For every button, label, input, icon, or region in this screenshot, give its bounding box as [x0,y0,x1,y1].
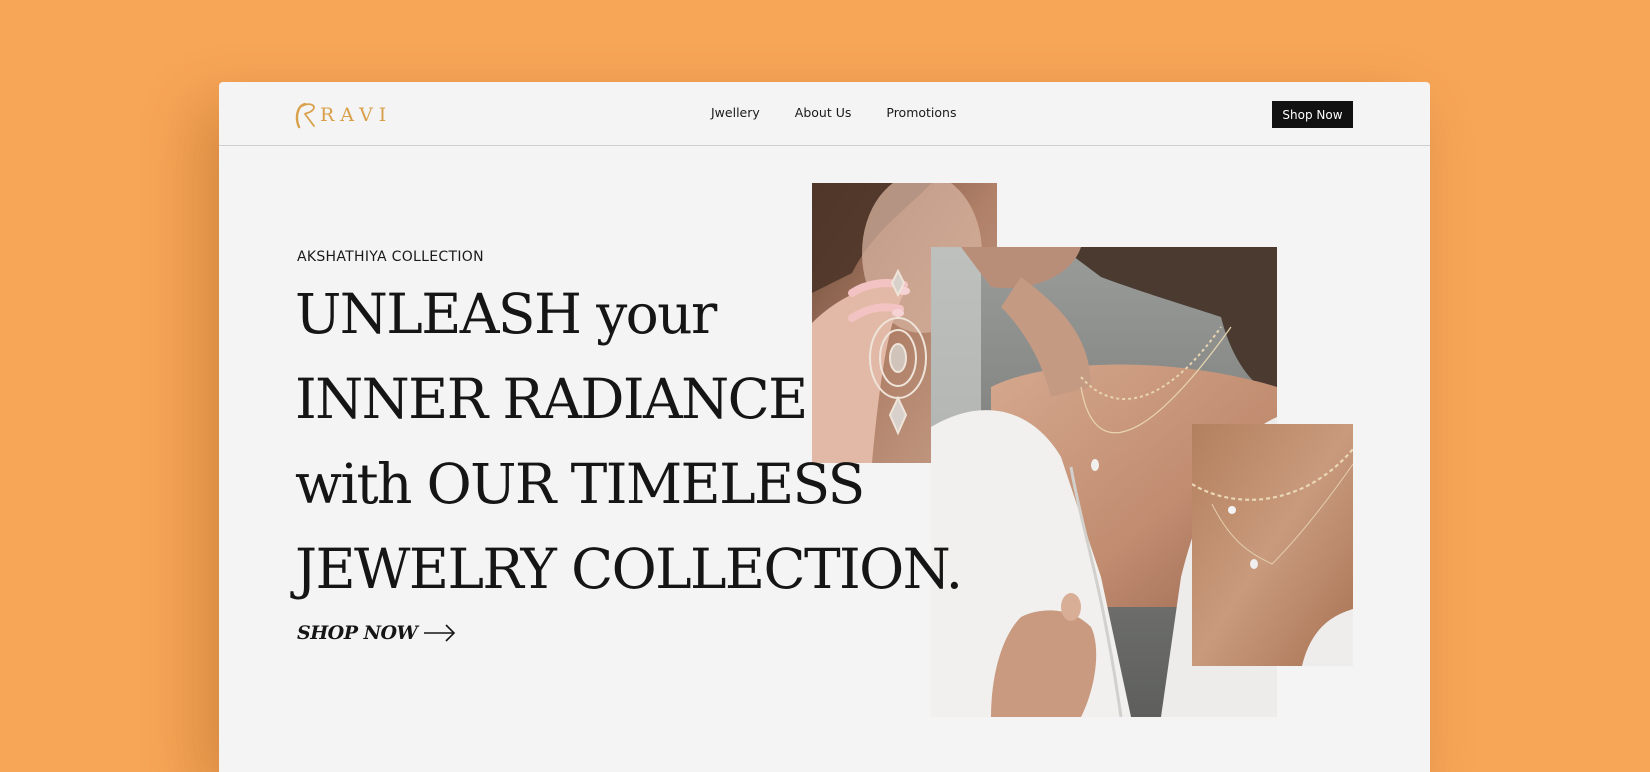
headline-line: with OUR TIMELESS [295,452,865,516]
shop-now-link[interactable]: SHOP NOW [297,622,457,644]
brand-name: RAVI [320,103,393,126]
brand-logo-icon [295,102,315,129]
brand-logo[interactable]: RAVI [295,100,392,130]
nav-link-jwellery[interactable]: Jwellery [711,104,760,122]
arrow-right-icon [424,624,456,642]
browser-window: RAVI Jwellery About Us Promotions Shop N… [219,82,1430,772]
headline-line: INNER RADIANCE [295,367,808,431]
hero-headline: UNLEASH your INNER RADIANCE with OUR TIM… [295,272,963,612]
shop-now-button[interactable]: Shop Now [1272,101,1353,128]
headline-line: UNLEASH your [295,282,717,346]
shop-now-link-label: SHOP NOW [297,622,418,644]
nav-link-promotions[interactable]: Promotions [886,104,956,122]
main-nav: Jwellery About Us Promotions [711,104,992,122]
nav-link-about-us[interactable]: About Us [795,104,852,122]
headline-line: JEWELRY COLLECTION. [295,537,963,601]
top-navbar: RAVI Jwellery About Us Promotions Shop N… [219,82,1430,146]
necklace-detail-photo [1192,424,1353,666]
collection-eyebrow: AKSHATHIYA COLLECTION [297,249,484,265]
